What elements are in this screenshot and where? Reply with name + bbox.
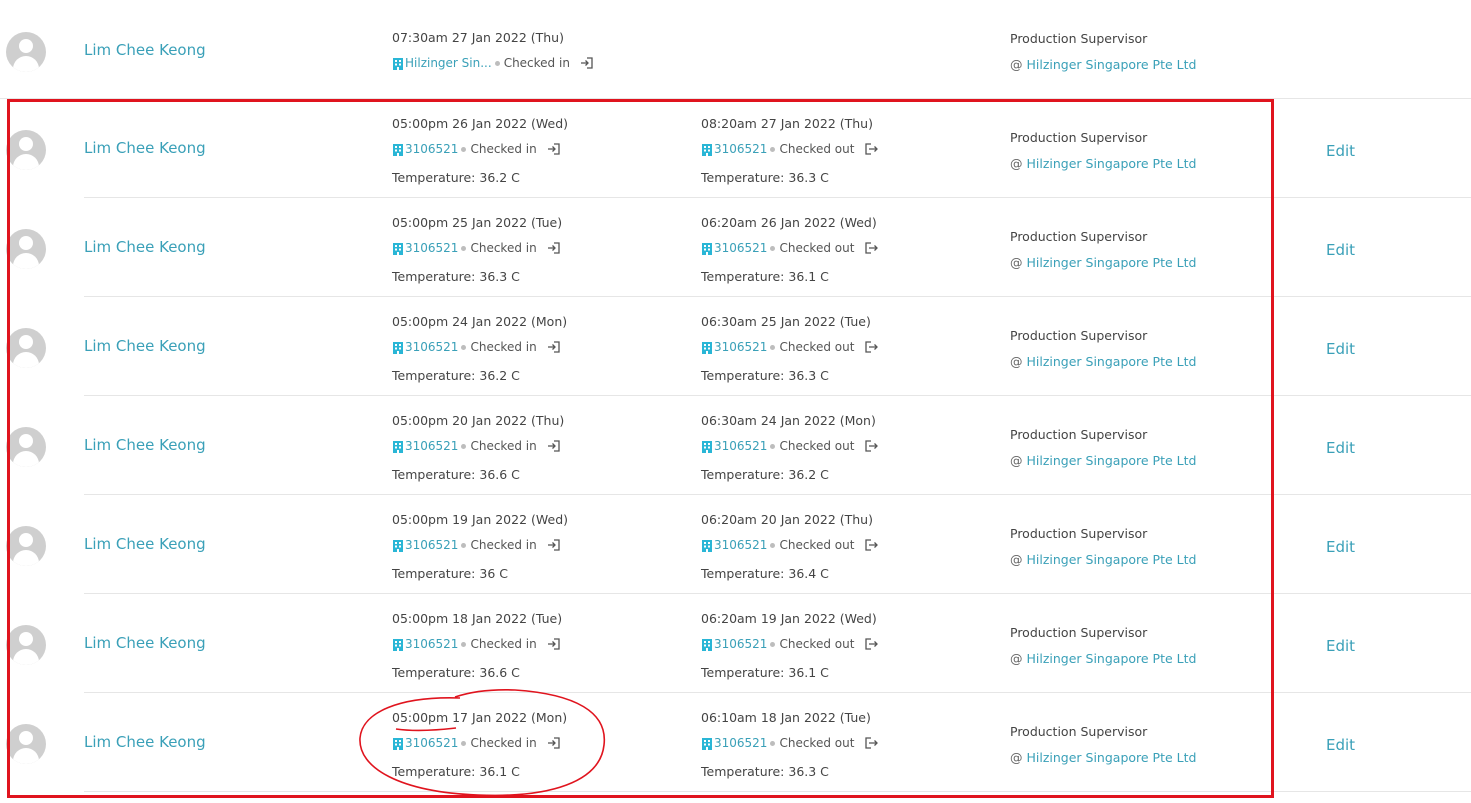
circle-annotation xyxy=(359,689,606,797)
